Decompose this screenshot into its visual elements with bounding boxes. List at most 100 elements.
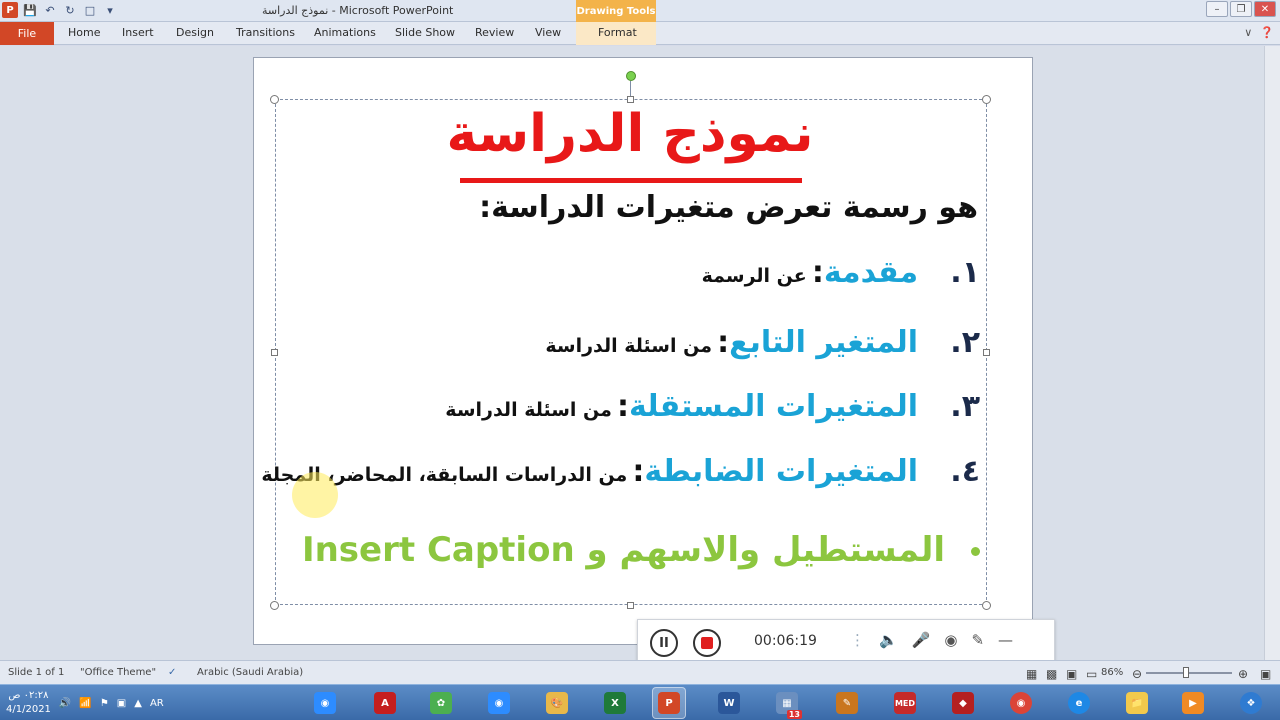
clock-date: 4/1/2021 [6,704,51,715]
list-item[interactable]: ١. مقدمة: عن الرسمة [290,255,980,290]
tab-transitions[interactable]: Transitions [236,26,295,39]
zoom-slider[interactable] [1146,672,1232,674]
list-term: المتغيرات الضابطة [644,454,919,489]
tab-format[interactable]: Format [598,26,637,39]
apps-badge-count: 13 [786,710,802,719]
list-term: المتغير التابع [729,325,919,360]
tab-view[interactable]: View [535,26,561,39]
internet-explorer-icon[interactable]: e [1062,687,1096,719]
windows-taskbar: ٠٢:٢٨ ص 4/1/2021 🔊 📶 ⚑ ▣ ▲ AR ◉ A ✿ ◉ 🎨 … [0,684,1280,720]
app-icon[interactable]: ◆ [946,687,980,719]
word-icon[interactable]: W [712,687,746,719]
status-bar: Slide 1 of 1 "Office Theme" ✓ Arabic (Sa… [0,660,1280,684]
list-item[interactable]: ٤. المتغيرات الضابطة: من الدراسات السابق… [261,454,980,489]
resize-handle-bottom-left[interactable] [270,601,279,610]
fit-to-window-icon[interactable]: ▣ [1260,667,1271,681]
action-center-icon[interactable]: ⚑ [100,698,109,709]
minimize-ribbon-icon[interactable]: ∨ [1244,26,1252,39]
start-button[interactable]: ❖ [1234,687,1268,719]
tab-design[interactable]: Design [176,26,214,39]
minimize-icon[interactable]: — [998,631,1013,649]
list-colon: : [717,325,730,360]
clock-time: ٠٢:٢٨ ص [8,690,49,701]
language-indicator[interactable]: Arabic (Saudi Arabia) [197,667,303,678]
network-icon[interactable]: 📶 [79,698,91,709]
clock[interactable]: ٠٢:٢٨ ص 4/1/2021 [6,689,51,717]
bullet-item[interactable]: المستطيل والاسهم و Insert Caption [302,530,980,570]
slide-sorter-icon[interactable]: ▩ [1046,667,1057,681]
camera-app-icon[interactable]: ◉ [482,687,516,719]
list-number: ٣. [950,389,980,424]
file-explorer-icon[interactable]: 📁 [1120,687,1154,719]
med-app-icon[interactable]: MED [888,687,922,719]
minimize-window-button[interactable]: – [1206,1,1228,17]
slide-subtitle[interactable]: هو رسمة تعرض متغيرات الدراسة: [300,190,978,225]
device-icon[interactable]: ▣ [117,698,126,709]
zoom-level[interactable]: 86% [1101,667,1123,678]
pen-icon[interactable]: ✎ [971,631,984,649]
volume-icon[interactable]: 🔊 [59,698,71,709]
resize-handle-bottom-right[interactable] [982,601,991,610]
media-player-icon[interactable]: ▶ [1176,687,1210,719]
rotation-handle[interactable] [626,71,636,81]
ribbon-right-controls: ∨ ❓ [1244,26,1274,39]
zoom-in-icon[interactable]: ⊕ [1238,667,1248,681]
restore-window-button[interactable]: ❐ [1230,1,1252,17]
undo-icon[interactable]: ↶ [42,2,58,18]
drag-handle-icon[interactable]: ⋮ [850,631,865,649]
stop-icon[interactable] [693,629,721,657]
recorder-controls: ⋮ 🔈 🎤 ◉ ✎ — [850,631,1013,649]
new-document-icon[interactable]: □ [82,2,98,18]
slide-title[interactable]: نموذج الدراسة [430,104,830,164]
resize-handle-right[interactable] [983,349,990,356]
list-number: ١. [950,255,980,290]
theme-name[interactable]: "Office Theme" [80,667,156,678]
tab-home[interactable]: Home [68,26,100,39]
zoom-out-icon[interactable]: ⊖ [1132,667,1142,681]
pause-icon[interactable]: II [650,629,678,657]
chrome-icon[interactable]: ◉ [1004,687,1038,719]
powerpoint-app-icon[interactable]: P [2,2,18,18]
apps-grid-icon[interactable]: ▦ 13 [770,687,804,719]
zoom-app-icon[interactable]: ◉ [308,687,342,719]
powerpoint-taskbar-icon[interactable]: P [652,687,686,719]
help-icon[interactable]: ❓ [1260,26,1274,39]
list-number: ٢. [950,325,980,360]
close-window-button[interactable]: ✕ [1254,1,1276,17]
vertical-scrollbar[interactable] [1264,46,1280,660]
customize-qat-icon[interactable]: ▾ [102,2,118,18]
resize-handle-bottom[interactable] [627,602,634,609]
normal-view-icon[interactable]: ▦ [1026,667,1037,681]
quick-access-toolbar: P 💾 ↶ ↻ □ ▾ [2,2,118,18]
zoom-slider-thumb[interactable] [1183,667,1189,678]
tab-file[interactable]: File [0,22,54,45]
resize-handle-top-right[interactable] [982,95,991,104]
slide-show-icon[interactable]: ▭ [1086,667,1097,681]
reading-view-icon[interactable]: ▣ [1066,667,1077,681]
mic-icon[interactable]: 🎤 [912,631,931,649]
show-hidden-icons[interactable]: ▲ [134,698,142,709]
paint-icon[interactable]: 🎨 [540,687,574,719]
screen-recorder-toolbar: II 00:06:19 ⋮ 🔈 🎤 ◉ ✎ — [637,619,1055,663]
excel-icon[interactable]: X [598,687,632,719]
tab-insert[interactable]: Insert [122,26,154,39]
picture-viewer-icon[interactable]: ✿ [424,687,458,719]
save-icon[interactable]: 💾 [22,2,38,18]
list-colon: : [617,389,629,424]
list-item[interactable]: ٣. المتغيرات المستقلة: من اسئلة الدراسة [290,389,980,424]
resize-handle-left[interactable] [271,349,278,356]
acrobat-icon[interactable]: A [368,687,402,719]
spellcheck-icon[interactable]: ✓ [168,667,176,678]
list-colon: : [811,255,824,290]
speaker-muted-icon[interactable]: 🔈 [879,631,898,649]
design-app-icon[interactable]: ✎ [830,687,864,719]
list-item[interactable]: ٢. المتغير التابع: من اسئلة الدراسة [290,325,980,360]
resize-handle-top[interactable] [627,96,634,103]
redo-icon[interactable]: ↻ [62,2,78,18]
input-language[interactable]: AR [150,698,164,709]
tab-animations[interactable]: Animations [314,26,376,39]
resize-handle-top-left[interactable] [270,95,279,104]
webcam-off-icon[interactable]: ◉ [944,631,957,649]
tab-slide-show[interactable]: Slide Show [395,26,455,39]
tab-review[interactable]: Review [475,26,514,39]
